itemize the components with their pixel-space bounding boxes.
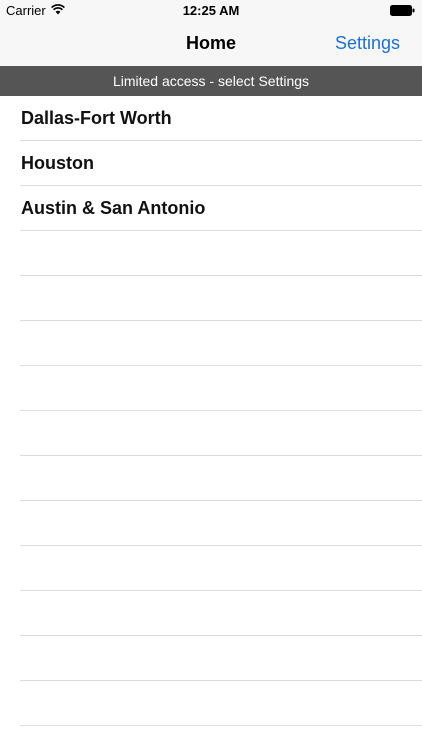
- empty-row: [20, 411, 422, 456]
- empty-row: [20, 636, 422, 681]
- status-bar: Carrier 12:25 AM: [0, 0, 422, 22]
- empty-row: [20, 591, 422, 636]
- empty-row: [20, 276, 422, 321]
- empty-row: [20, 681, 422, 726]
- battery-icon: [390, 5, 415, 16]
- empty-row: [20, 501, 422, 546]
- access-banner: Limited access - select Settings: [0, 66, 422, 96]
- empty-row: [20, 231, 422, 276]
- status-time: 12:25 AM: [182, 3, 240, 18]
- empty-row: [20, 366, 422, 411]
- list-item-label: Dallas-Fort Worth: [21, 108, 172, 128]
- empty-row: [20, 456, 422, 501]
- list-item-houston[interactable]: Houston: [20, 141, 422, 186]
- empty-row: [20, 546, 422, 591]
- list-item-austin-san-antonio[interactable]: Austin & San Antonio: [20, 186, 422, 231]
- settings-button[interactable]: Settings: [335, 33, 400, 54]
- list-item-dallas-fort-worth[interactable]: Dallas-Fort Worth: [20, 96, 422, 141]
- empty-row: [20, 321, 422, 366]
- list-item-label: Austin & San Antonio: [21, 198, 206, 218]
- region-list: Dallas-Fort Worth Houston Austin & San A…: [0, 96, 422, 726]
- list-item-label: Houston: [21, 153, 94, 173]
- navigation-bar: Home Settings: [0, 22, 422, 66]
